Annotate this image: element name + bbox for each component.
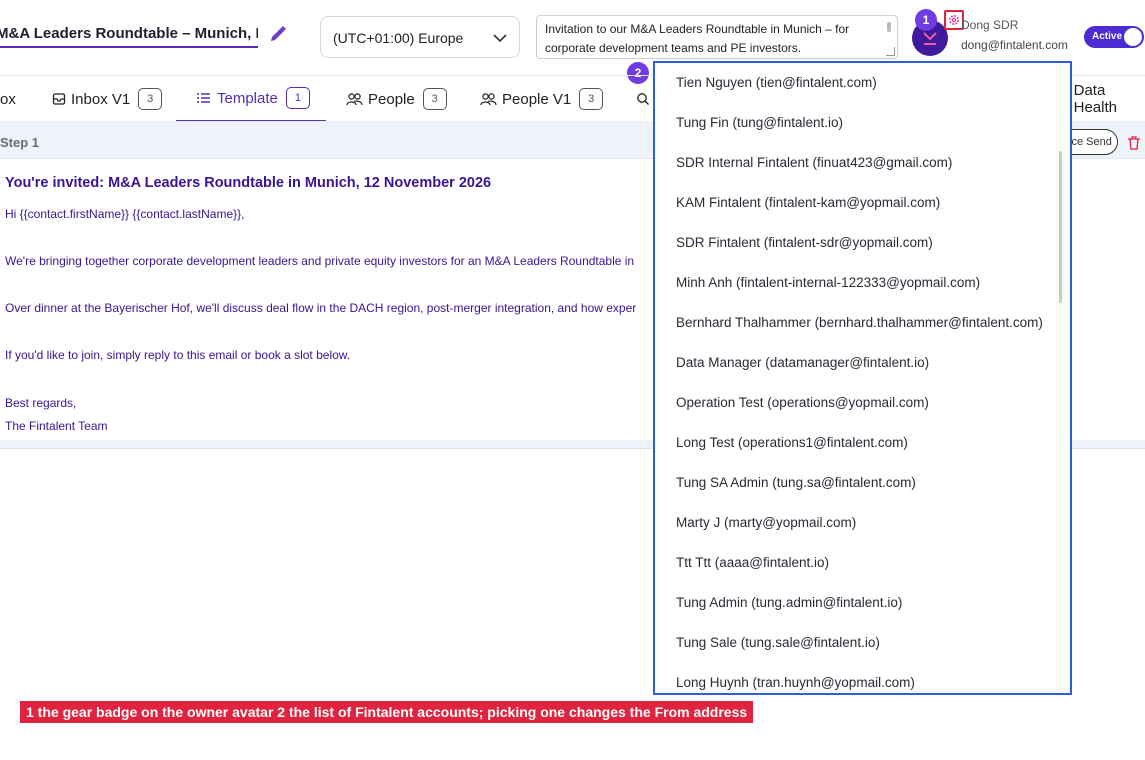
annotation-caption: 1 the gear badge on the owner avatar 2 t… xyxy=(20,701,754,723)
timezone-value: (UTC+01:00) Europe xyxy=(333,30,464,46)
sender-option[interactable]: Tien Nguyen (tien@fintalent.com) xyxy=(655,63,1070,103)
email-greeting: Hi {{contact.firstName}} {{contact.lastN… xyxy=(5,207,245,221)
tab-label: ox xyxy=(0,90,16,108)
sender-option[interactable]: Bernhard Thalhammer (bernhard.thalhammer… xyxy=(655,303,1070,343)
sender-option[interactable]: Marty J (marty@yopmail.com) xyxy=(655,503,1070,543)
campaign-title-input[interactable]: M&A Leaders Roundtable – Munich, Novembe… xyxy=(0,20,258,48)
tab-label: People xyxy=(368,90,415,108)
chevron-down-icon xyxy=(493,34,507,43)
tab-count-badge: 3 xyxy=(422,88,447,110)
email-signature: The Fintalent Team xyxy=(5,419,108,433)
sender-option[interactable]: Tung Admin (tung.admin@fintalent.io) xyxy=(655,583,1070,623)
people-icon xyxy=(346,93,363,106)
tab-template[interactable]: Template 1 xyxy=(176,76,326,122)
sender-option[interactable]: Minh Anh (fintalent-internal-122333@yopm… xyxy=(655,263,1070,303)
resize-grip-icon[interactable] xyxy=(886,47,895,56)
active-toggle-label: Active xyxy=(1092,31,1123,42)
sender-option[interactable]: Ttt Ttt (aaaa@fintalent.io) xyxy=(655,543,1070,583)
tab-count-badge: 3 xyxy=(579,88,604,110)
list-icon xyxy=(197,93,210,103)
tab-label: People V1 xyxy=(502,90,572,108)
email-subject: You're invited: M&A Leaders Roundtable i… xyxy=(5,175,492,191)
tab-label: Data Health xyxy=(1073,82,1117,116)
sender-options-list: Tien Nguyen (tien@fintalent.com) Tung Fin… xyxy=(655,63,1070,693)
sender-option[interactable]: Tung Fin (tung@fintalent.io) xyxy=(655,103,1070,143)
tab-people-v1[interactable]: People V1 3 xyxy=(480,76,604,122)
sender-dropdown[interactable]: Tien Nguyen (tien@fintalent.com) Tung Fin… xyxy=(653,61,1072,695)
avatar-glyph-icon xyxy=(923,32,937,45)
pencil-icon[interactable] xyxy=(268,24,288,44)
tab-inbox[interactable]: ox xyxy=(0,76,16,122)
owner-email: dong@fintalent.com xyxy=(961,38,1068,52)
people-icon xyxy=(480,93,497,106)
sender-option[interactable]: Operation Test (operations@yopmail.com) xyxy=(655,383,1070,423)
description-text: Invitation to our M&A Leaders Roundtable… xyxy=(545,22,850,55)
sender-option[interactable]: SDR Internal Fintalent (finuat423@gmail.… xyxy=(655,143,1070,183)
sender-option[interactable]: Long Test (operations1@fintalent.com) xyxy=(655,423,1070,463)
campaign-title-text: M&A Leaders Roundtable – Munich, Novembe… xyxy=(0,25,258,42)
trash-icon[interactable] xyxy=(1126,135,1142,151)
sender-option[interactable]: Tung SA Admin (tung.sa@fintalent.com) xyxy=(655,463,1070,503)
annotation-badge-1: 1 xyxy=(915,9,937,31)
active-toggle[interactable]: Active xyxy=(1084,26,1144,48)
tab-label: Inbox V1 xyxy=(71,90,131,108)
tab-count-badge: 3 xyxy=(138,88,163,110)
campaign-description-textarea[interactable]: Invitation to our M&A Leaders Roundtable… xyxy=(536,15,898,59)
search-icon xyxy=(637,93,649,105)
textarea-scrollbar[interactable] xyxy=(887,22,891,32)
sender-option[interactable]: Long Huynh (tran.huynh@yopmail.com) xyxy=(655,663,1070,693)
sender-option[interactable]: KAM Fintalent (fintalent-kam@yopmail.com… xyxy=(655,183,1070,223)
tab-count-badge: 1 xyxy=(285,87,310,109)
dropdown-scrollbar[interactable] xyxy=(1059,151,1062,303)
email-signoff: Best regards, xyxy=(5,396,77,410)
sender-option[interactable]: SDR Fintalent (fintalent-sdr@yopmail.com… xyxy=(655,223,1070,263)
sender-option[interactable]: Data Manager (datamanager@fintalent.io) xyxy=(655,343,1070,383)
tab-inbox-v1[interactable]: Inbox V1 3 xyxy=(52,76,163,122)
owner-name: Dong SDR xyxy=(961,18,1019,32)
tab-label: Template xyxy=(217,89,278,107)
gear-icon xyxy=(949,15,959,25)
timezone-select[interactable]: (UTC+01:00) Europe xyxy=(320,16,520,58)
step-label: Step 1 xyxy=(0,135,40,150)
toggle-knob xyxy=(1124,28,1142,46)
inbox-icon xyxy=(52,93,66,105)
tab-people[interactable]: People 3 xyxy=(346,76,447,122)
email-paragraph: We're bringing together corporate develo… xyxy=(5,254,635,268)
email-paragraph: Over dinner at the Bayerischer Hof, we'l… xyxy=(5,301,637,315)
email-paragraph: If you'd like to join, simply reply to t… xyxy=(5,348,351,362)
sender-option[interactable]: Tung Sale (tung.sale@fintalent.io) xyxy=(655,623,1070,663)
